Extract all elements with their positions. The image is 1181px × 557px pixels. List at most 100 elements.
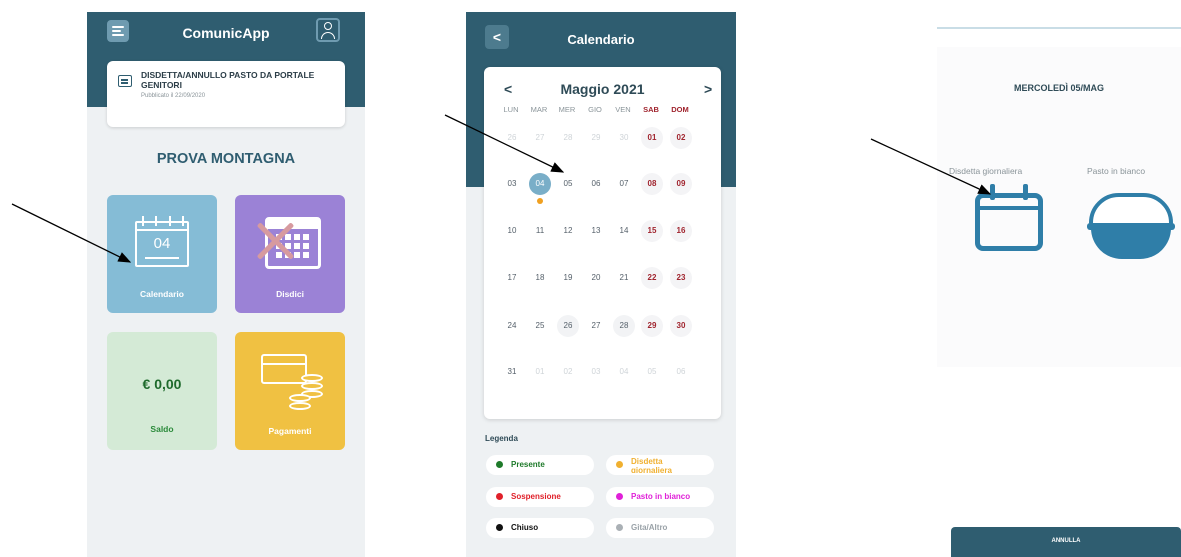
calendar-card: < Maggio 2021 > LUN MAR MER GIO VEN SAB DOM 26 2… (484, 67, 721, 419)
calendar-tile[interactable]: 04 Calendario (107, 195, 217, 313)
calendar-day[interactable]: 02 (670, 127, 692, 149)
weekday-header: MAR (530, 105, 548, 114)
legend-item: Chiuso (486, 518, 594, 538)
legend-dot-icon (496, 524, 503, 531)
legend-title: Legenda (485, 434, 518, 443)
legend-item: Pasto in bianco (606, 487, 714, 507)
saldo-amount: € 0,00 (142, 376, 182, 392)
calendar-day[interactable]: 29 (641, 315, 663, 337)
detail-date: MERCOLEDÌ 05/MAG (1013, 83, 1104, 93)
calendar-day[interactable]: 08 (641, 173, 663, 195)
news-card[interactable]: DISDETTA/ANNULLO PASTO DA PORTALE GENITO… (107, 61, 345, 127)
weekday-header: LUN (503, 105, 519, 114)
legend-label: Pasto in bianco (631, 492, 691, 501)
calendar-icon[interactable] (975, 184, 1043, 251)
legend-item: Sospensione (486, 487, 594, 507)
legend-label: Gita/Altro (631, 523, 668, 532)
calendar-day[interactable]: 09 (670, 173, 692, 195)
legend-dot-icon (496, 461, 503, 468)
calendar-icon-day: 04 (153, 235, 171, 252)
calendar-day[interactable]: 06 (585, 173, 607, 195)
legend-label: Disdetta giornaliera (631, 457, 672, 473)
calendar-screen: < Calendario < Maggio 2021 > LUN MAR MER GI… (466, 12, 736, 557)
annulla-button[interactable]: ANNULLA (951, 527, 1181, 557)
calendar-day: 26 (507, 133, 517, 142)
legend-item: Presente (486, 455, 594, 475)
calendar-day[interactable]: 10 (501, 220, 523, 242)
option-pasto-bianco-label: Pasto in bianco (1087, 166, 1146, 176)
calendar-day: 28 (563, 133, 573, 142)
calendar-day[interactable]: 26 (557, 315, 579, 337)
calendar-day[interactable]: 07 (613, 173, 635, 195)
calendar-day[interactable]: 13 (585, 220, 607, 242)
calendar-day[interactable]: 28 (613, 315, 635, 337)
calendar-day: 06 (676, 367, 686, 376)
news-date: Pubblicato il 22/09/2020 (141, 93, 206, 99)
calendar-day[interactable]: 01 (641, 127, 663, 149)
annulla-button-label: ANNULLA (1051, 538, 1081, 544)
calendar-icon: 04 (135, 216, 189, 267)
weekday-header: VEN (615, 105, 631, 114)
calendar-day[interactable]: 05 (557, 173, 579, 195)
app-title: ComunicApp (182, 25, 270, 41)
calendar-day[interactable]: 20 (585, 267, 607, 289)
legend-item: Gita/Altro (606, 518, 714, 538)
day-detail-screen: MERCOLEDÌ 05/MAG Disdetta giornaliera Pa… (937, 27, 1181, 557)
rice-bowl-icon[interactable] (1087, 187, 1175, 267)
option-disdetta-label: Disdetta giornaliera (949, 166, 1023, 176)
calendar-day: 03 (591, 367, 601, 376)
calendar-day: 01 (535, 367, 545, 376)
calendar-day[interactable]: 19 (557, 267, 579, 289)
saldo-tile[interactable]: € 0,00 Saldo (107, 332, 217, 450)
screen-title: Calendario (567, 32, 635, 47)
calendar-day[interactable]: 16 (670, 220, 692, 242)
header-divider (937, 27, 1181, 29)
calendar-day[interactable]: 31 (501, 361, 523, 383)
calendar-day[interactable]: 25 (529, 315, 551, 337)
calendar-day[interactable]: 18 (529, 267, 551, 289)
calendar-day[interactable]: 30 (670, 315, 692, 337)
calendar-day-selected[interactable]: 04 (529, 173, 551, 195)
disdici-tile-label: Disdici (276, 289, 304, 299)
prev-month-button[interactable]: < (504, 81, 512, 97)
payments-icon (261, 354, 333, 418)
month-label: Maggio 2021 (560, 81, 645, 97)
weekday-header: GIO (588, 105, 602, 114)
calendar-day[interactable]: 17 (501, 267, 523, 289)
home-screen: ComunicApp DISDETTA/ANNULLO PASTO DA POR… (87, 12, 365, 557)
calendar-day: 02 (563, 367, 573, 376)
pagamenti-tile[interactable]: Pagamenti (235, 332, 345, 450)
legend-label: Sospensione (511, 492, 561, 501)
calendar-day[interactable]: 27 (585, 315, 607, 337)
disdici-tile[interactable]: Disdici (235, 195, 345, 313)
news-icon (118, 75, 132, 87)
cross-icon (255, 221, 295, 261)
menu-icon[interactable] (107, 20, 129, 42)
next-month-button[interactable]: > (704, 81, 712, 97)
calendar-day[interactable]: 24 (501, 315, 523, 337)
calendar-day: 30 (619, 133, 629, 142)
calendar-day[interactable]: 22 (641, 267, 663, 289)
saldo-tile-label: Saldo (150, 424, 174, 434)
calendar-day: 29 (591, 133, 601, 142)
calendar-day[interactable]: 21 (613, 267, 635, 289)
weekday-header: MER (558, 105, 576, 114)
calendar-day[interactable]: 14 (613, 220, 635, 242)
calendar-day[interactable]: 11 (529, 220, 551, 242)
calendar-day[interactable]: 15 (641, 220, 663, 242)
legend-dot-icon (616, 524, 623, 531)
legend-dot-icon (616, 493, 623, 500)
calendar-day: 05 (647, 367, 657, 376)
user-icon[interactable] (316, 18, 340, 42)
event-dot (537, 198, 543, 204)
calendar-tile-label: Calendario (140, 289, 184, 299)
calendar-day[interactable]: 23 (670, 267, 692, 289)
calendar-day[interactable]: 03 (501, 173, 523, 195)
back-button[interactable]: < (485, 25, 509, 49)
legend-label: Chiuso (511, 523, 539, 532)
weekday-header: DOM (671, 105, 689, 114)
calendar-day: 27 (535, 133, 545, 142)
pagamenti-tile-label: Pagamenti (268, 426, 312, 436)
calendar-day[interactable]: 12 (557, 220, 579, 242)
legend-label: Presente (511, 460, 545, 469)
